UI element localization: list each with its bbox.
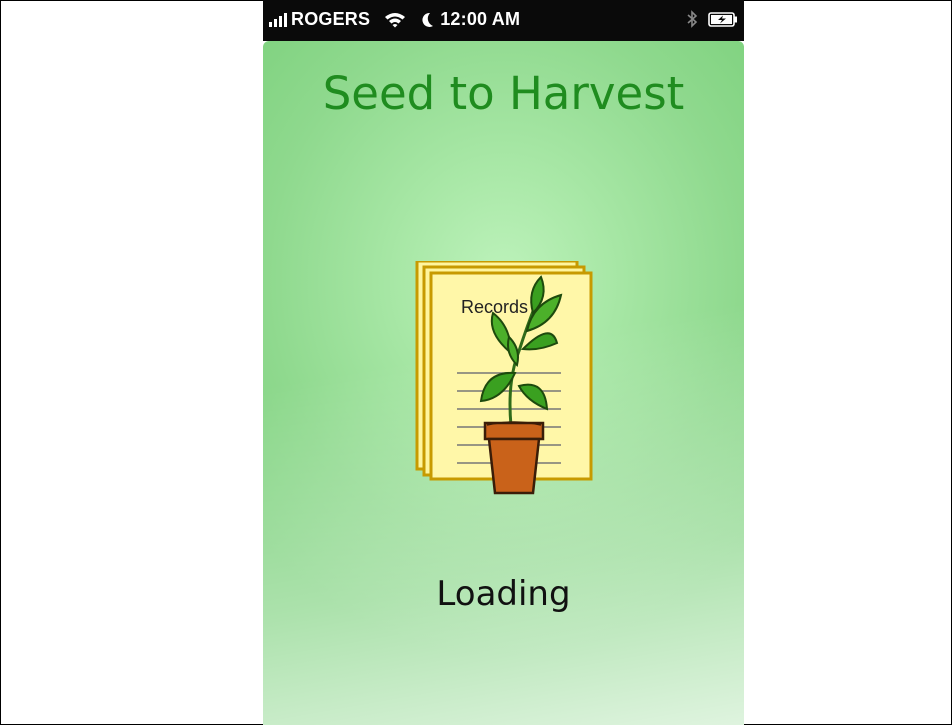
- app-title: Seed to Harvest: [322, 67, 685, 120]
- moon-icon: [422, 12, 434, 27]
- plant-records-icon: Records: [415, 261, 593, 497]
- splash-screen: Seed to Harvest Records Loading: [263, 41, 744, 725]
- carrier-name: ROGERS: [291, 9, 371, 29]
- bluetooth-icon: [687, 10, 698, 28]
- status-time: 12:00 AM: [440, 9, 521, 29]
- phone-screen: ROGERS 12:00 AM Seed to Harvest Records …: [263, 0, 744, 725]
- signal-bars-icon: [269, 12, 287, 27]
- loading-text: Loading: [436, 574, 571, 614]
- battery-charging-icon: [708, 11, 737, 27]
- status-bar: ROGERS 12:00 AM: [263, 0, 744, 41]
- wifi-icon: [385, 12, 406, 27]
